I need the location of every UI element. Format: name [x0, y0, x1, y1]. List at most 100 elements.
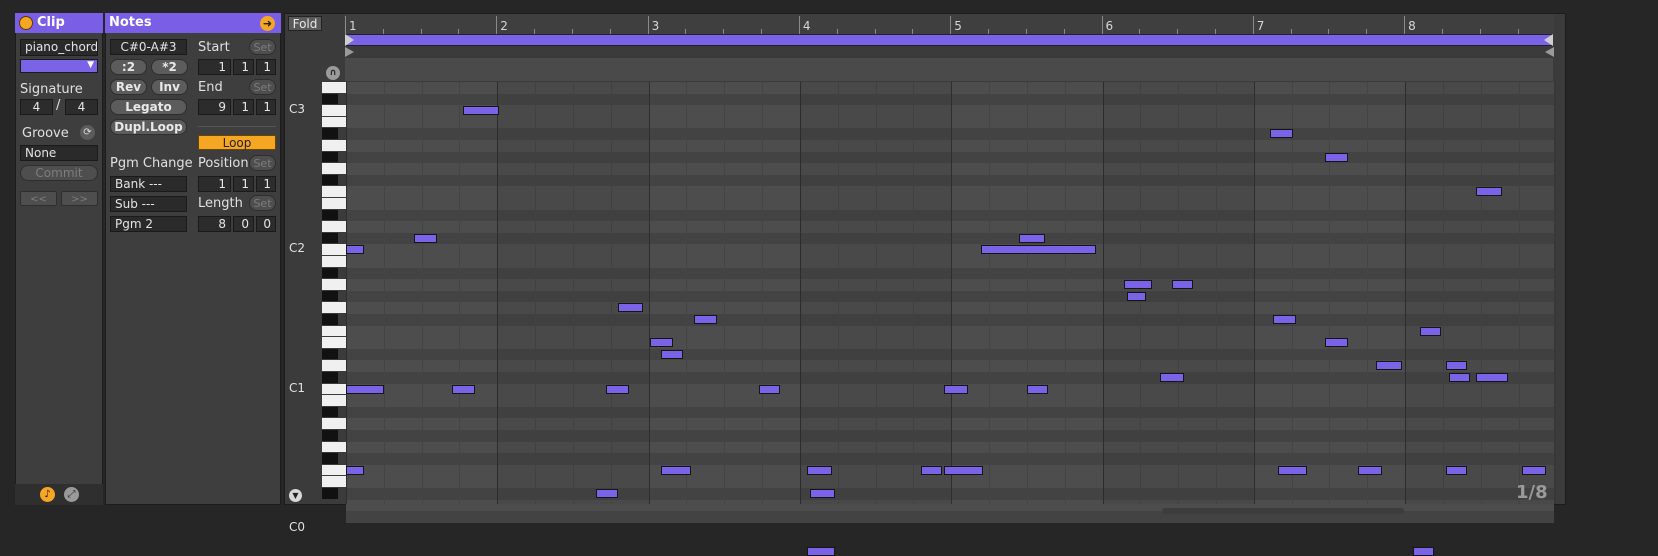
half-length-button[interactable]: :2 — [110, 59, 147, 75]
white-key[interactable] — [322, 105, 346, 116]
black-key[interactable] — [322, 488, 338, 499]
midi-note[interactable] — [1270, 129, 1294, 139]
midi-note[interactable] — [660, 349, 684, 359]
signature-denominator[interactable]: 4 — [65, 99, 98, 115]
marker-lane[interactable] — [345, 58, 1553, 81]
midi-note[interactable] — [943, 384, 968, 394]
midi-note[interactable] — [807, 465, 832, 475]
black-key[interactable] — [322, 453, 338, 464]
black-key[interactable] — [322, 430, 338, 441]
length-bars[interactable]: 8 — [198, 216, 231, 232]
midi-note[interactable] — [606, 384, 629, 394]
beat-ruler[interactable]: 1 2 3 4 5 6 7 8 — [344, 14, 1554, 34]
midi-note[interactable] — [1358, 465, 1383, 475]
signature-numerator[interactable]: 4 — [20, 99, 53, 115]
midi-note[interactable] — [810, 489, 835, 498]
black-key[interactable] — [322, 128, 338, 139]
midi-note[interactable] — [451, 384, 475, 394]
groove-selector[interactable]: None — [20, 145, 98, 161]
white-key[interactable] — [322, 302, 346, 313]
duplicate-loop-button[interactable]: Dupl.Loop — [110, 119, 187, 135]
white-key[interactable] — [322, 279, 346, 290]
black-key[interactable] — [322, 174, 338, 186]
start-beat[interactable]: 1 — [233, 59, 254, 75]
end-sixteenth[interactable]: 1 — [256, 99, 276, 115]
midi-note[interactable] — [1476, 187, 1502, 197]
black-key[interactable] — [322, 290, 338, 302]
white-key[interactable] — [322, 221, 346, 232]
loop-toggle-button[interactable]: Loop — [198, 135, 276, 150]
midi-note[interactable] — [346, 245, 365, 255]
end-set-button[interactable]: Set — [249, 79, 276, 95]
envelopes-view-icon[interactable]: ⤢ — [64, 487, 79, 502]
midi-note[interactable] — [595, 489, 619, 498]
midi-note[interactable] — [1123, 280, 1153, 290]
midi-note[interactable] — [1172, 280, 1194, 290]
midi-note[interactable] — [981, 245, 1097, 255]
white-key[interactable] — [322, 140, 346, 151]
midi-note[interactable] — [920, 465, 943, 475]
midi-note[interactable] — [1521, 465, 1546, 475]
midi-note[interactable] — [650, 338, 673, 348]
start-set-button[interactable]: Set — [249, 39, 276, 55]
white-key[interactable] — [322, 418, 346, 429]
length-set-button[interactable]: Set — [249, 195, 276, 211]
midi-note[interactable] — [693, 315, 717, 324]
black-key[interactable] — [322, 314, 338, 325]
white-key[interactable] — [322, 198, 346, 209]
position-set-button[interactable]: Set — [249, 155, 276, 171]
midi-note[interactable] — [346, 465, 365, 475]
midi-note[interactable] — [1324, 152, 1348, 162]
notes-view-icon[interactable]: ♪ — [40, 487, 55, 502]
legato-button[interactable]: Legato — [110, 99, 187, 115]
white-key[interactable] — [322, 163, 346, 174]
clip-name-field[interactable]: piano_chords — [20, 39, 98, 56]
white-key[interactable] — [322, 256, 346, 267]
midi-note[interactable] — [618, 303, 643, 313]
groove-hot-swap-icon[interactable]: ⟳ — [80, 125, 95, 140]
note-grid[interactable] — [346, 82, 1557, 556]
midi-note[interactable] — [759, 384, 781, 394]
black-key[interactable] — [322, 151, 338, 163]
midi-note[interactable] — [1376, 361, 1403, 371]
black-key[interactable] — [322, 406, 338, 418]
midi-note[interactable] — [1026, 384, 1049, 394]
black-key[interactable] — [322, 267, 338, 279]
white-key[interactable] — [322, 186, 346, 197]
loop-start-marker-icon[interactable] — [345, 34, 354, 46]
midi-note[interactable] — [1412, 547, 1434, 556]
midi-note[interactable] — [1445, 361, 1468, 371]
invert-button[interactable]: Inv — [151, 79, 188, 95]
midi-note[interactable] — [346, 384, 384, 394]
midi-note[interactable] — [1324, 338, 1348, 348]
black-key[interactable] — [322, 93, 338, 105]
white-key[interactable] — [322, 476, 346, 487]
end-beat[interactable]: 1 — [233, 99, 254, 115]
midi-note[interactable] — [1445, 465, 1468, 475]
fold-button[interactable]: Fold — [288, 16, 322, 31]
white-key[interactable] — [322, 337, 346, 348]
white-key[interactable] — [322, 325, 346, 337]
position-bar[interactable]: 1 — [198, 176, 231, 192]
black-key[interactable] — [322, 209, 338, 221]
horizontal-scrollbar[interactable] — [1162, 508, 1404, 514]
position-sixteenth[interactable]: 1 — [256, 176, 276, 192]
midi-note[interactable] — [1273, 315, 1297, 324]
sub-bank-field[interactable]: Sub --- — [110, 196, 187, 212]
midi-note[interactable] — [1448, 373, 1471, 382]
midi-note[interactable] — [1126, 291, 1147, 301]
midi-note[interactable] — [807, 547, 835, 556]
white-key[interactable] — [322, 116, 346, 128]
white-key[interactable] — [322, 395, 346, 406]
white-key[interactable] — [322, 82, 346, 93]
double-length-button[interactable]: *2 — [151, 59, 188, 75]
midi-note[interactable] — [1476, 373, 1508, 382]
end-bar[interactable]: 9 — [198, 99, 231, 115]
midi-note[interactable] — [1420, 326, 1442, 336]
white-key[interactable] — [322, 360, 346, 371]
black-key[interactable] — [322, 372, 338, 383]
midi-note[interactable] — [943, 465, 983, 475]
clip-color-dropdown[interactable]: ▼ — [20, 59, 98, 73]
midi-note[interactable] — [414, 233, 437, 243]
white-key[interactable] — [322, 464, 346, 476]
